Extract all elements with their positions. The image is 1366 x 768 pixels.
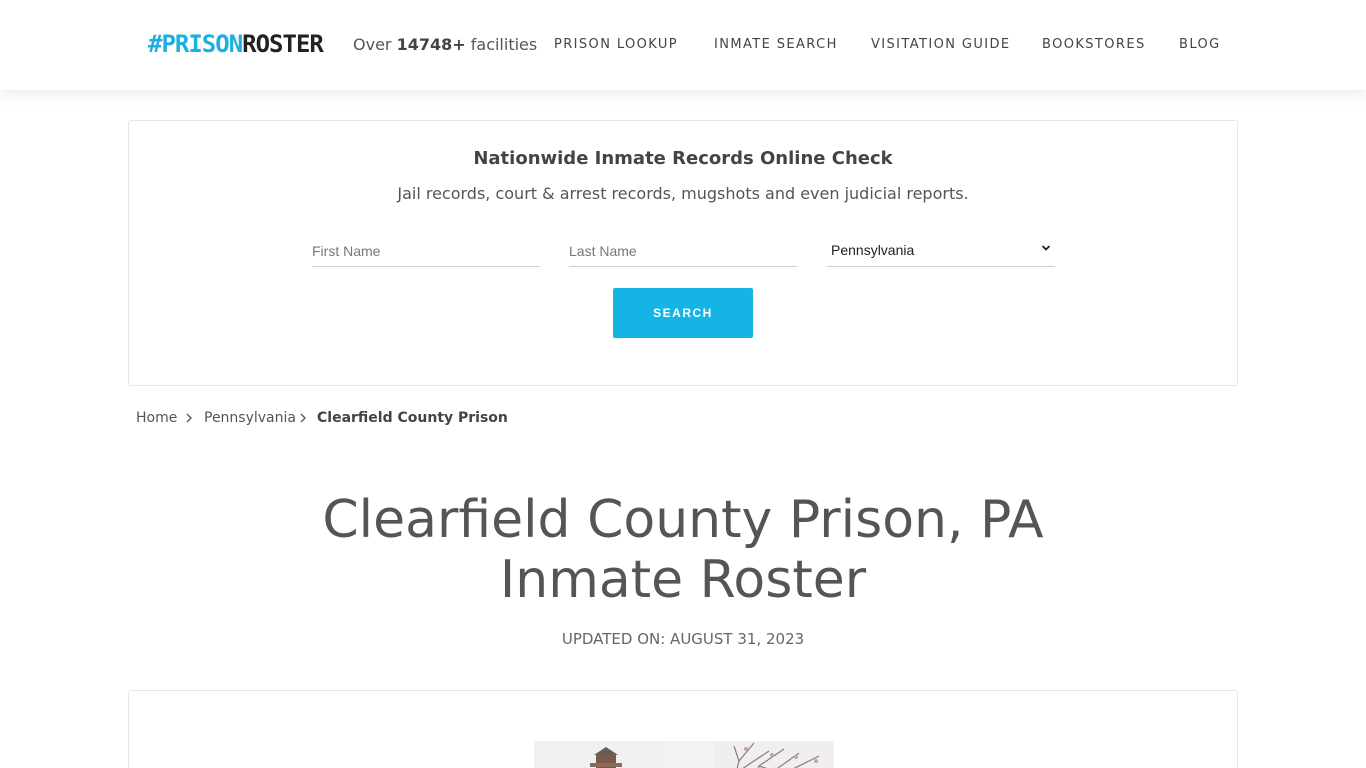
page-title-line1: Clearfield County Prison, PA	[322, 490, 1044, 550]
facilities-count: 14748+	[396, 35, 466, 54]
nav-blog[interactable]: BLOG	[1179, 37, 1221, 53]
page-title: Clearfield County Prison, PA Inmate Rost…	[183, 490, 1183, 610]
nav-prison-lookup[interactable]: PRISON LOOKUP	[554, 37, 678, 53]
state-select[interactable]: Pennsylvania	[827, 236, 1055, 267]
facilities-prefix: Over	[353, 35, 392, 54]
first-name-input[interactable]	[312, 236, 540, 267]
page-title-line2: Inmate Roster	[499, 550, 867, 610]
nav-visitation-guide[interactable]: VISITATION GUIDE	[871, 37, 1011, 53]
facility-photo	[534, 741, 834, 768]
breadcrumb-home[interactable]: Home	[136, 408, 177, 428]
search-button[interactable]: SEARCH	[613, 288, 753, 338]
nav-bookstores[interactable]: BOOKSTORES	[1042, 37, 1146, 53]
facilities-count-text: Over 14748+ facilities	[353, 34, 537, 56]
breadcrumb-state[interactable]: Pennsylvania	[204, 408, 296, 428]
updated-date: UPDATED ON: AUGUST 31, 2023	[561, 630, 805, 648]
last-name-input[interactable]	[569, 236, 797, 267]
site-logo[interactable]: #PRISONROSTER	[148, 29, 324, 59]
search-card-title: Nationwide Inmate Records Online Check	[473, 148, 893, 169]
facility-photo-graphic	[534, 741, 834, 768]
chevron-right-icon	[300, 413, 306, 423]
facilities-suffix: facilities	[470, 35, 538, 54]
inmate-search-card: Nationwide Inmate Records Online Check J…	[128, 120, 1238, 386]
chevron-right-icon	[186, 413, 192, 423]
chevron-down-icon	[1041, 245, 1051, 251]
site-header: #PRISONROSTER Over 14748+ facilities PRI…	[0, 0, 1366, 90]
state-select-value: Pennsylvania	[831, 242, 915, 258]
breadcrumb-current: Clearfield County Prison	[317, 410, 508, 426]
facility-content-card	[128, 690, 1238, 768]
logo-prison: PRISON	[161, 30, 243, 58]
nav-inmate-search[interactable]: INMATE SEARCH	[714, 37, 838, 53]
search-card-subtitle: Jail records, court & arrest records, mu…	[397, 184, 969, 203]
logo-roster: ROSTER	[242, 30, 324, 58]
logo-hash: #	[148, 30, 162, 58]
